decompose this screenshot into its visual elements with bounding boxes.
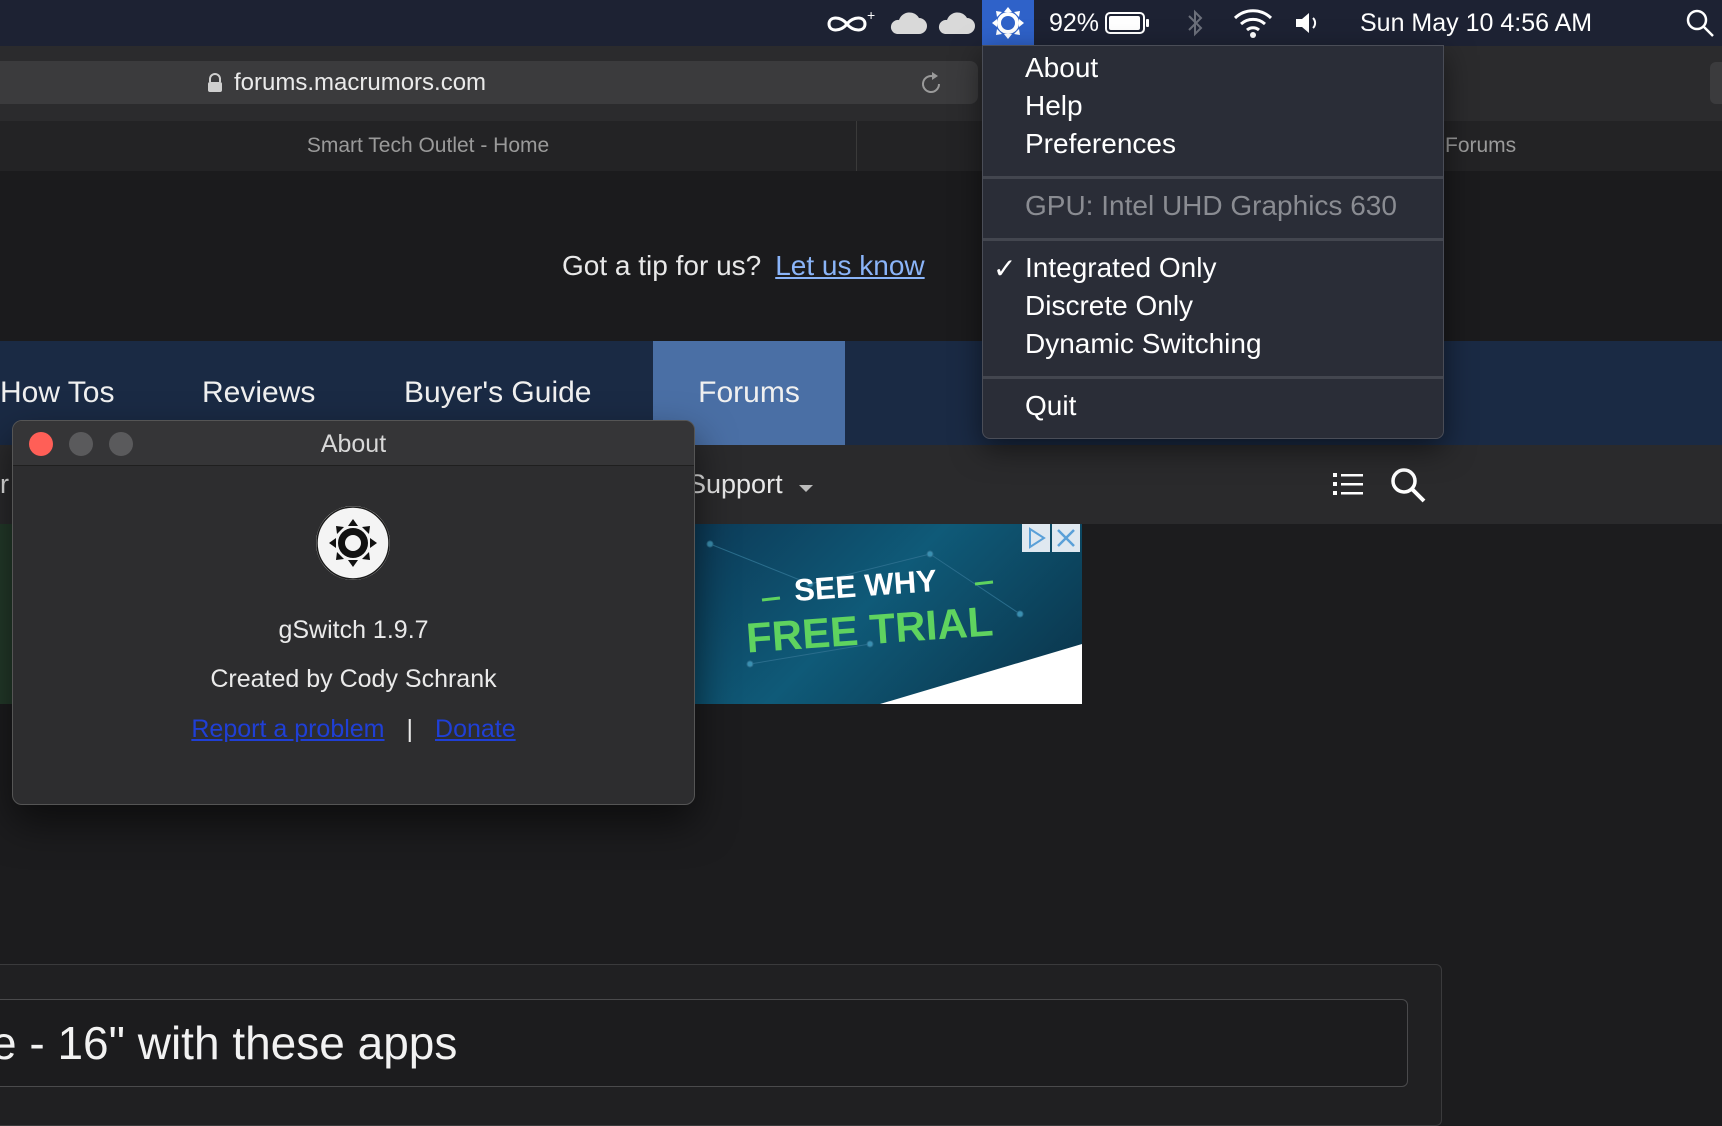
wifi-icon[interactable] <box>1230 0 1276 46</box>
list-icon[interactable] <box>1333 471 1363 497</box>
clock[interactable]: Sun May 10 4:56 AM <box>1360 0 1660 46</box>
tab-label: Smart Tech Outlet - Home <box>306 134 550 157</box>
close-ad-icon[interactable] <box>1052 524 1080 552</box>
let-us-know-link[interactable]: Let us know <box>775 250 924 281</box>
tab-bar: Smart Tech Outlet - Home Forums <box>0 121 1722 172</box>
advertisement[interactable]: SEE WHY FREE TRIAL <box>690 524 1082 704</box>
menu-item-preferences[interactable]: Preferences <box>1025 128 1176 160</box>
url-text: forums.macrumors.com <box>234 69 487 96</box>
toolbar-button[interactable] <box>1710 62 1722 104</box>
menu-item-discrete-only[interactable]: Discrete Only <box>1025 290 1193 322</box>
svg-text:+: + <box>867 8 875 23</box>
support-label: Support <box>688 469 783 499</box>
thread-title-box: e - 16" with these apps <box>0 999 1408 1087</box>
battery-icon[interactable] <box>1104 0 1152 46</box>
tab-smart-tech-outlet[interactable]: Smart Tech Outlet - Home <box>0 121 857 171</box>
bluetooth-icon[interactable] <box>1180 0 1210 46</box>
support-dropdown[interactable]: Support <box>688 469 814 500</box>
app-name: gSwitch 1.9.7 <box>278 616 429 644</box>
battery-percent[interactable]: 92% <box>1044 0 1104 46</box>
gswitch-dropdown-menu: About Help Preferences GPU: Intel UHD Gr… <box>982 45 1444 439</box>
subnav-fragment: r <box>0 469 9 499</box>
link-separator: | <box>406 715 414 743</box>
menu-item-quit[interactable]: Quit <box>1025 390 1076 422</box>
adchoices-icon[interactable] <box>1022 524 1050 552</box>
lock-icon <box>208 73 222 92</box>
tip-banner: Got a tip for us? Let us know <box>0 171 1722 341</box>
cloud-icon[interactable] <box>886 0 930 46</box>
about-links: Report a problem | Donate <box>13 715 694 744</box>
donate-link[interactable]: Donate <box>435 715 516 743</box>
menu-separator <box>983 238 1443 241</box>
tab-label: Forums <box>1445 134 1517 157</box>
thread-title: e - 16" with these apps <box>0 1017 458 1069</box>
cloud-icon[interactable] <box>934 0 978 46</box>
creative-cloud-icon[interactable]: + <box>822 0 880 46</box>
search-icon[interactable] <box>1390 467 1426 503</box>
app-author: Created by Cody Schrank <box>210 665 497 693</box>
window-titlebar[interactable]: About <box>13 421 694 466</box>
address-bar[interactable]: forums.macrumors.com <box>0 61 978 104</box>
menu-item-integrated-only[interactable]: Integrated Only <box>1025 252 1216 284</box>
browser-toolbar: forums.macrumors.com <box>0 46 1722 122</box>
menu-item-about[interactable]: About <box>1025 52 1098 84</box>
menu-separator <box>983 176 1443 179</box>
window-title: About <box>320 430 387 458</box>
menu-item-dynamic-switching[interactable]: Dynamic Switching <box>1025 328 1262 360</box>
reload-icon[interactable] <box>918 71 944 97</box>
checkmark-icon: ✓ <box>993 253 1017 284</box>
report-problem-link[interactable]: Report a problem <box>191 715 384 743</box>
menu-bar: + 92% Sun May 10 4:56 AM <box>0 0 1722 47</box>
volume-icon[interactable] <box>1292 0 1326 46</box>
menu-separator <box>983 376 1443 379</box>
about-window: About gSwitch 1.9.7 Created by Cody Schr… <box>12 420 695 805</box>
menu-item-gpu-info: GPU: Intel UHD Graphics 630 <box>1025 190 1397 221</box>
spotlight-search-icon[interactable] <box>1680 0 1720 46</box>
gswitch-menu-icon[interactable] <box>982 0 1034 46</box>
tip-text: Got a tip for us? Let us know <box>562 250 925 282</box>
caret-down-icon <box>799 485 814 492</box>
menu-item-help[interactable]: Help <box>1025 90 1083 122</box>
tip-label: Got a tip for us? <box>562 250 762 281</box>
gswitch-app-icon <box>316 506 390 580</box>
